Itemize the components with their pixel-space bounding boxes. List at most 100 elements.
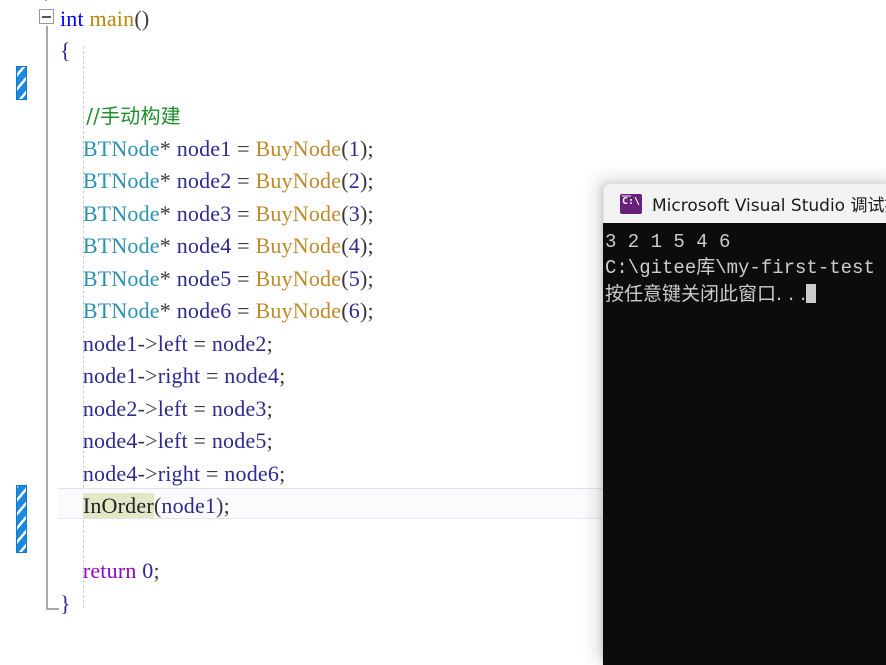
code-line[interactable]: return 0;: [60, 555, 160, 588]
console-output-area[interactable]: 3 2 1 5 4 6 C:\gitee库\my-first-test 按任意键关闭…: [603, 223, 886, 665]
code-line[interactable]: BTNode* node4 = BuyNode(4);: [60, 230, 374, 263]
code-token: =: [231, 266, 256, 291]
code-line[interactable]: int main(): [60, 3, 149, 36]
code-token: );: [359, 168, 374, 193]
code-line[interactable]: BTNode* node3 = BuyNode(3);: [60, 198, 374, 231]
code-token: (: [341, 168, 349, 193]
code-token: (): [134, 6, 150, 31]
code-token: ->: [137, 331, 158, 356]
code-token: =: [187, 396, 212, 421]
code-token: node2: [176, 168, 232, 193]
console-title-bar[interactable]: Microsoft Visual Studio 调试控: [603, 183, 886, 223]
code-token: {: [60, 38, 71, 63]
code-token: *: [159, 168, 177, 193]
code-token: );: [359, 233, 374, 258]
console-window-title: Microsoft Visual Studio 调试控: [652, 196, 886, 216]
code-token: 5: [348, 266, 360, 291]
code-token: node3: [176, 201, 232, 226]
code-token: =: [231, 298, 256, 323]
debug-console-window[interactable]: Microsoft Visual Studio 调试控 3 2 1 5 4 6 C…: [603, 183, 886, 665]
code-line[interactable]: node2->left = node3;: [60, 393, 273, 426]
code-line[interactable]: BTNode* node2 = BuyNode(2);: [60, 165, 374, 198]
code-token: ;: [279, 461, 286, 486]
code-token: *: [159, 233, 177, 258]
code-token: *: [159, 201, 177, 226]
console-output-line: 3 2 1 5 4 6: [605, 231, 731, 253]
code-token: right: [157, 461, 201, 486]
code-token: ;: [266, 428, 273, 453]
code-token: 6: [348, 298, 360, 323]
code-token: BTNode: [82, 298, 160, 323]
code-token: node5: [176, 266, 232, 291]
code-token: node2: [211, 331, 267, 356]
code-token: node4: [82, 428, 138, 453]
code-line[interactable]: node1->left = node2;: [60, 328, 273, 361]
code-line[interactable]: node1->right = node4;: [60, 360, 285, 393]
code-token: );: [359, 298, 374, 323]
code-token: node4: [82, 461, 138, 486]
code-token: BuyNode: [255, 266, 342, 291]
code-token: =: [187, 331, 212, 356]
code-token: BuyNode: [255, 136, 342, 161]
code-token: ->: [137, 363, 158, 388]
code-token: //手动构建: [60, 104, 181, 128]
console-app-icon: [620, 193, 642, 214]
code-token: ;: [266, 331, 273, 356]
code-line[interactable]: {: [60, 35, 71, 68]
code-token: );: [359, 266, 374, 291]
code-token: (: [341, 233, 349, 258]
code-token: BuyNode: [255, 201, 342, 226]
code-token: node1: [161, 493, 217, 518]
code-token: );: [359, 201, 374, 226]
code-token: ->: [137, 461, 158, 486]
code-token: 4: [348, 233, 360, 258]
code-token: (: [341, 136, 349, 161]
code-token: node1: [82, 363, 138, 388]
code-token: ->: [137, 396, 158, 421]
code-line[interactable]: BTNode* node5 = BuyNode(5);: [60, 263, 374, 296]
code-token: return: [82, 558, 137, 583]
code-token: =: [231, 201, 256, 226]
code-token: =: [187, 428, 212, 453]
code-line[interactable]: InOrder(node1);: [60, 490, 230, 523]
code-line[interactable]: BTNode* node6 = BuyNode(6);: [60, 295, 374, 328]
code-token: node2: [82, 396, 138, 421]
code-token: 2: [348, 168, 360, 193]
code-token: 1: [348, 136, 360, 161]
code-token: (: [341, 201, 349, 226]
code-token: node1: [82, 331, 138, 356]
code-token: =: [200, 461, 225, 486]
code-line[interactable]: }: [60, 588, 71, 621]
code-token: node4: [176, 233, 232, 258]
code-token: *: [159, 266, 177, 291]
code-token: left: [157, 428, 188, 453]
console-cursor: [806, 284, 817, 303]
code-token: BuyNode: [255, 233, 342, 258]
code-token: BTNode: [82, 201, 160, 226]
code-token: node3: [211, 396, 267, 421]
code-token: BTNode: [82, 233, 160, 258]
code-token: BTNode: [82, 136, 160, 161]
code-token: BTNode: [82, 168, 160, 193]
code-token: 3: [348, 201, 360, 226]
code-line[interactable]: BTNode* node1 = BuyNode(1);: [60, 133, 374, 166]
code-line[interactable]: node4->right = node6;: [60, 458, 285, 491]
code-line[interactable]: node4->left = node5;: [60, 425, 273, 458]
code-token: ->: [137, 428, 158, 453]
console-output-line: C:\gitee库\my-first-test: [605, 257, 875, 279]
code-token: node1: [176, 136, 232, 161]
code-token: );: [359, 136, 374, 161]
code-line[interactable]: //手动构建: [60, 100, 181, 133]
code-token: ;: [266, 396, 273, 421]
code-token: }: [60, 591, 71, 616]
code-token: BuyNode: [255, 298, 342, 323]
